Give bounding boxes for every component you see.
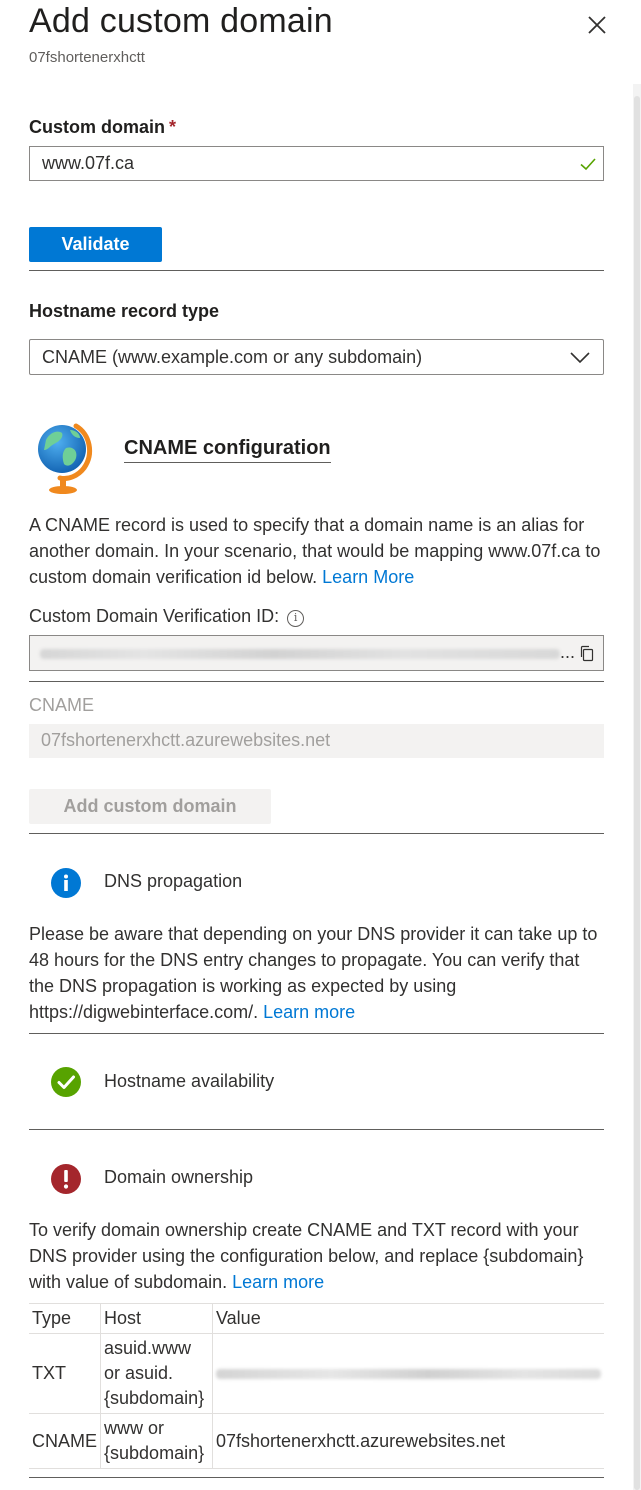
divider	[29, 681, 604, 682]
scrollbar-thumb[interactable]	[634, 96, 640, 1490]
add-custom-domain-button[interactable]: Add custom domain	[29, 789, 271, 824]
record-type-label: Hostname record type	[29, 301, 220, 321]
page-subtitle: 07fshortenerxhctt	[29, 49, 145, 66]
page-title: Add custom domain	[29, 2, 333, 40]
domain-ownership-title: Domain ownership	[104, 1167, 254, 1187]
cell-value[interactable]: 07fshortenerxhctt.azurewebsites.net	[212, 1413, 604, 1469]
table-row: CNAME www or {subdomain} 07fshortenerxhc…	[29, 1413, 604, 1469]
info-icon[interactable]: i	[287, 610, 305, 627]
cell-value[interactable]	[212, 1333, 604, 1414]
dns-propagation-title: DNS propagation	[104, 871, 243, 891]
verification-id-ellipsis: ...	[559, 642, 575, 662]
error-icon	[51, 1164, 81, 1194]
cname-label: CNAME	[29, 695, 95, 715]
domain-ownership-text: To verify domain ownership create CNAME …	[29, 1217, 607, 1295]
cell-host: www or {subdomain}	[100, 1413, 213, 1469]
record-type-selected: CNAME (www.example.com or any subdomain)	[42, 347, 423, 367]
success-icon	[51, 1067, 81, 1097]
host-line: {subdomain}	[104, 1388, 205, 1408]
custom-domain-label: Custom domain *	[29, 117, 176, 138]
divider	[29, 270, 604, 271]
close-icon	[588, 16, 606, 34]
cell-type: TXT	[29, 1333, 101, 1414]
cname-field: 07fshortenerxhctt.azurewebsites.net	[29, 724, 604, 758]
learn-more-link[interactable]: Learn More	[322, 567, 414, 587]
record-type-dropdown[interactable]: CNAME (www.example.com or any subdomain)	[29, 339, 604, 375]
verification-id-value	[40, 649, 560, 659]
dns-propagation-text: Please be aware that depending on your D…	[29, 921, 607, 1025]
verification-id-field[interactable]: ...	[29, 635, 604, 671]
globe-icon	[38, 423, 93, 494]
divider	[29, 1129, 604, 1130]
verification-id-label: Custom Domain Verification ID: i	[29, 606, 305, 627]
checkmark-icon	[580, 158, 596, 171]
table-row: TXT asuid.www or asuid. {subdomain}	[29, 1333, 604, 1414]
close-button[interactable]	[582, 10, 612, 40]
cname-config-title: CNAME configuration	[124, 437, 331, 463]
learn-more-link[interactable]: Learn more	[232, 1272, 324, 1292]
cname-description-text: A CNAME record is used to specify that a…	[29, 515, 601, 587]
divider	[29, 1033, 604, 1034]
hostname-availability-title: Hostname availability	[104, 1071, 275, 1091]
custom-domain-value: www.07f.ca	[42, 153, 135, 173]
verification-id-label-text: Custom Domain Verification ID:	[29, 606, 280, 626]
copy-icon[interactable]	[579, 645, 595, 662]
cname-description: A CNAME record is used to specify that a…	[29, 512, 607, 590]
info-icon	[51, 868, 81, 898]
cell-type: CNAME	[29, 1413, 101, 1469]
required-marker: *	[169, 117, 177, 137]
custom-domain-label-text: Custom domain	[29, 117, 166, 137]
column-header-host: Host	[100, 1303, 213, 1334]
host-line: www or	[104, 1418, 165, 1438]
custom-domain-input[interactable]: www.07f.ca	[29, 146, 604, 181]
chevron-down-icon	[570, 352, 590, 364]
host-line: or asuid.	[104, 1363, 174, 1383]
column-header-value: Value	[212, 1303, 604, 1334]
column-header-type: Type	[29, 1303, 101, 1334]
divider	[29, 1477, 604, 1478]
table-header-row: Type Host Value	[29, 1303, 604, 1334]
validate-button[interactable]: Validate	[29, 227, 162, 262]
redacted-value	[216, 1369, 601, 1380]
host-line: asuid.www	[104, 1338, 192, 1358]
cell-host: asuid.www or asuid. {subdomain}	[100, 1333, 213, 1414]
learn-more-link[interactable]: Learn more	[263, 1002, 355, 1022]
dns-records-table: Type Host Value TXT asuid.www or asuid. …	[29, 1303, 604, 1469]
divider	[29, 833, 604, 834]
host-line: {subdomain}	[104, 1443, 205, 1463]
